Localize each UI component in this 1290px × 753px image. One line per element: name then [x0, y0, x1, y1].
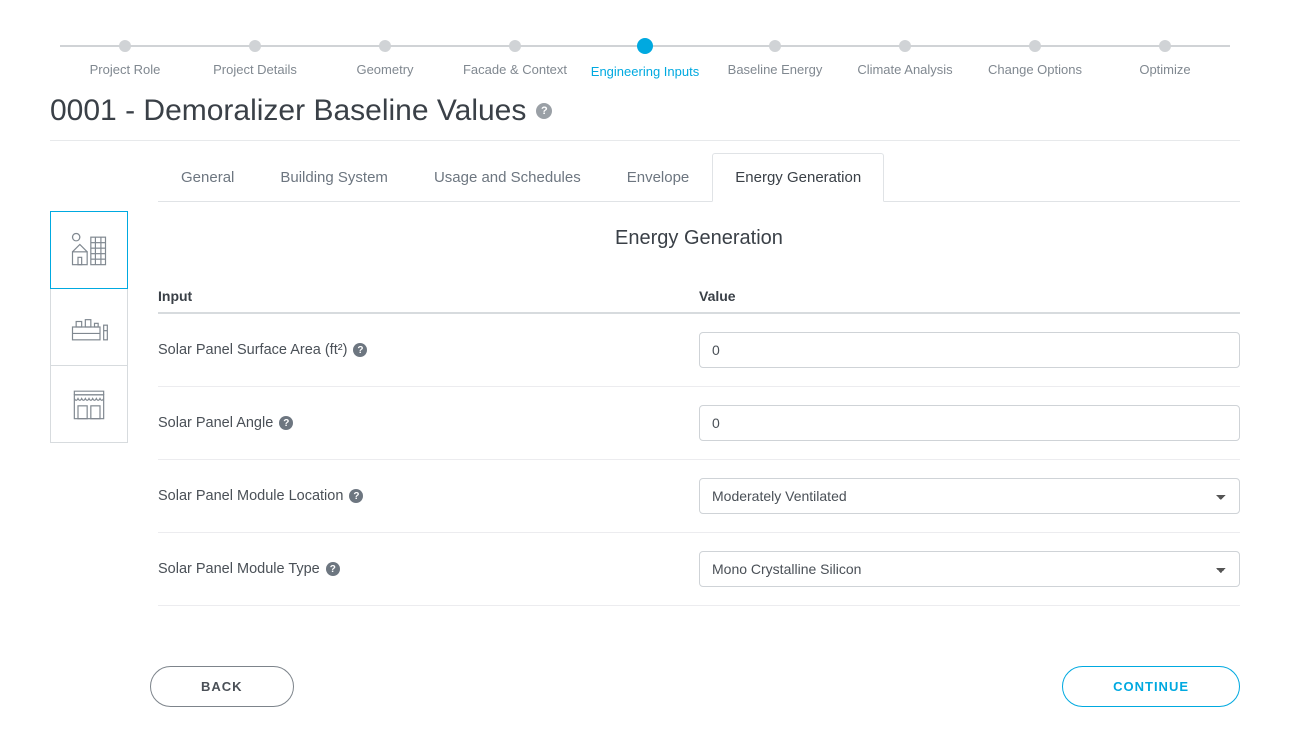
select-solar-panel-module-location[interactable]: Moderately Ventilated [699, 478, 1240, 514]
field-label: Solar Panel Module Location ? [158, 488, 699, 504]
section-title: Energy Generation [158, 227, 1240, 250]
field-label: Solar Panel Angle ? [158, 415, 699, 431]
form-row: Solar Panel Module Type ?Mono Crystallin… [158, 533, 1240, 606]
field-value: Mono Crystalline Silicon [699, 551, 1240, 587]
step-label: Facade & Context [450, 62, 580, 77]
back-button[interactable]: BACK [150, 666, 294, 707]
input-solar-panel-angle[interactable] [699, 405, 1240, 441]
tab-usage-and-schedules[interactable]: Usage and Schedules [411, 153, 604, 202]
col-head-value: Value [699, 288, 1240, 304]
field-value: Moderately Ventilated [699, 478, 1240, 514]
field-value [699, 332, 1240, 368]
step-dot-icon [769, 40, 781, 52]
step-dot-icon [119, 40, 131, 52]
page-title-row: 0001 - Demoralizer Baseline Values ? [50, 94, 1240, 141]
field-label: Solar Panel Module Type ? [158, 561, 699, 577]
step-dot-icon [509, 40, 521, 52]
retail-icon[interactable] [50, 365, 128, 443]
field-value [699, 405, 1240, 441]
form-row: Solar Panel Angle ? [158, 387, 1240, 460]
help-icon[interactable]: ? [536, 103, 552, 119]
step-dot-icon [249, 40, 261, 52]
help-icon[interactable]: ? [279, 416, 293, 430]
step-label: Optimize [1100, 62, 1230, 77]
step-dot-icon [1159, 40, 1171, 52]
input-solar-panel-surface-area-ft-[interactable] [699, 332, 1240, 368]
step-label: Project Details [190, 62, 320, 77]
continue-button[interactable]: CONTINUE [1062, 666, 1240, 707]
step-label: Baseline Energy [710, 62, 840, 77]
form-row: Solar Panel Module Location ?Moderately … [158, 460, 1240, 533]
help-icon[interactable]: ? [353, 343, 367, 357]
form-header: Input Value [158, 280, 1240, 314]
tab-general[interactable]: General [158, 153, 257, 202]
progress-stepper: Project RoleProject DetailsGeometryFacad… [60, 40, 1230, 79]
step-label: Change Options [970, 62, 1100, 77]
step-label: Project Role [60, 62, 190, 77]
tabs: GeneralBuilding SystemUsage and Schedule… [158, 153, 1240, 202]
form-body: Solar Panel Surface Area (ft²) ? Solar Pa… [158, 314, 1240, 606]
page-title: 0001 - Demoralizer Baseline Values [50, 94, 526, 128]
residential-icon[interactable] [50, 288, 128, 366]
col-head-input: Input [158, 288, 699, 304]
step-dot-icon [637, 38, 653, 54]
step-label: Engineering Inputs [580, 64, 710, 79]
office-icon[interactable] [50, 211, 128, 289]
tab-building-system[interactable]: Building System [257, 153, 411, 202]
step-label: Geometry [320, 62, 450, 77]
help-icon[interactable]: ? [349, 489, 363, 503]
tab-energy-generation[interactable]: Energy Generation [712, 153, 884, 202]
step-dot-icon [379, 40, 391, 52]
sidebar [50, 211, 128, 442]
field-label: Solar Panel Surface Area (ft²) ? [158, 342, 699, 358]
step-label: Climate Analysis [840, 62, 970, 77]
step-dot-icon [899, 40, 911, 52]
tab-envelope[interactable]: Envelope [604, 153, 713, 202]
select-solar-panel-module-type[interactable]: Mono Crystalline Silicon [699, 551, 1240, 587]
help-icon[interactable]: ? [326, 562, 340, 576]
form-row: Solar Panel Surface Area (ft²) ? [158, 314, 1240, 387]
step-dot-icon [1029, 40, 1041, 52]
